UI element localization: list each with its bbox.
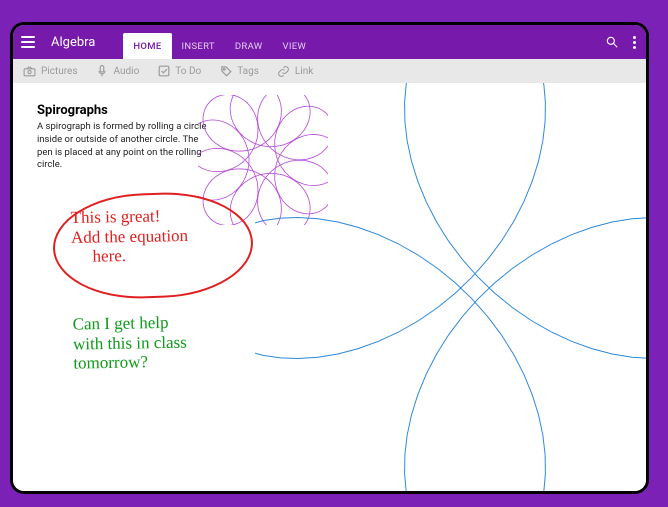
tool-label: Tags bbox=[237, 66, 259, 77]
ink-red-oval bbox=[51, 190, 255, 302]
spirograph-small bbox=[198, 95, 328, 225]
spirograph-big bbox=[255, 83, 646, 491]
note-body: A spirograph is formed by rolling a circ… bbox=[37, 121, 207, 172]
more-icon[interactable] bbox=[633, 36, 638, 49]
camera-icon bbox=[23, 65, 36, 78]
microphone-icon bbox=[96, 65, 109, 78]
checkbox-icon bbox=[157, 65, 170, 78]
text-block[interactable]: Spirographs A spirograph is formed by ro… bbox=[37, 103, 207, 172]
tablet-frame: Algebra HOME INSERT DRAW VIEW bbox=[10, 22, 649, 494]
link-icon bbox=[277, 65, 290, 78]
menu-icon[interactable] bbox=[21, 33, 39, 51]
app-header: Algebra HOME INSERT DRAW VIEW bbox=[13, 25, 646, 59]
search-icon[interactable] bbox=[605, 35, 619, 49]
app-screen: Algebra HOME INSERT DRAW VIEW bbox=[13, 25, 646, 491]
tool-todo[interactable]: To Do bbox=[157, 65, 201, 78]
tool-link[interactable]: Link bbox=[277, 65, 313, 78]
tool-label: Pictures bbox=[41, 66, 78, 77]
note-canvas[interactable]: Spirographs A spirograph is formed by ro… bbox=[13, 83, 646, 491]
ink-red-text: This is great! Add the equation here. bbox=[70, 206, 188, 267]
ribbon-tabs: HOME INSERT DRAW VIEW bbox=[123, 25, 316, 59]
tool-pictures[interactable]: Pictures bbox=[23, 65, 78, 78]
tool-label: Link bbox=[295, 66, 313, 77]
page-title: Algebra bbox=[51, 35, 95, 50]
tool-label: To Do bbox=[175, 66, 201, 77]
ink-green-annotation: Can I get help with this in class tomorr… bbox=[73, 313, 253, 372]
tool-tags[interactable]: Tags bbox=[219, 65, 259, 78]
tab-draw[interactable]: DRAW bbox=[225, 33, 273, 59]
tool-label: Audio bbox=[114, 66, 140, 77]
tab-insert[interactable]: INSERT bbox=[172, 33, 225, 59]
tag-icon bbox=[219, 65, 232, 78]
tool-audio[interactable]: Audio bbox=[96, 65, 140, 78]
ink-green-text: Can I get help with this in class tomorr… bbox=[73, 311, 254, 373]
insert-toolbar: Pictures Audio To Do Tags bbox=[13, 59, 646, 83]
tab-home[interactable]: HOME bbox=[123, 33, 171, 59]
note-heading: Spirographs bbox=[37, 103, 207, 118]
tab-view[interactable]: VIEW bbox=[273, 33, 317, 59]
ink-red-annotation: This is great! Add the equation here. bbox=[53, 193, 258, 303]
